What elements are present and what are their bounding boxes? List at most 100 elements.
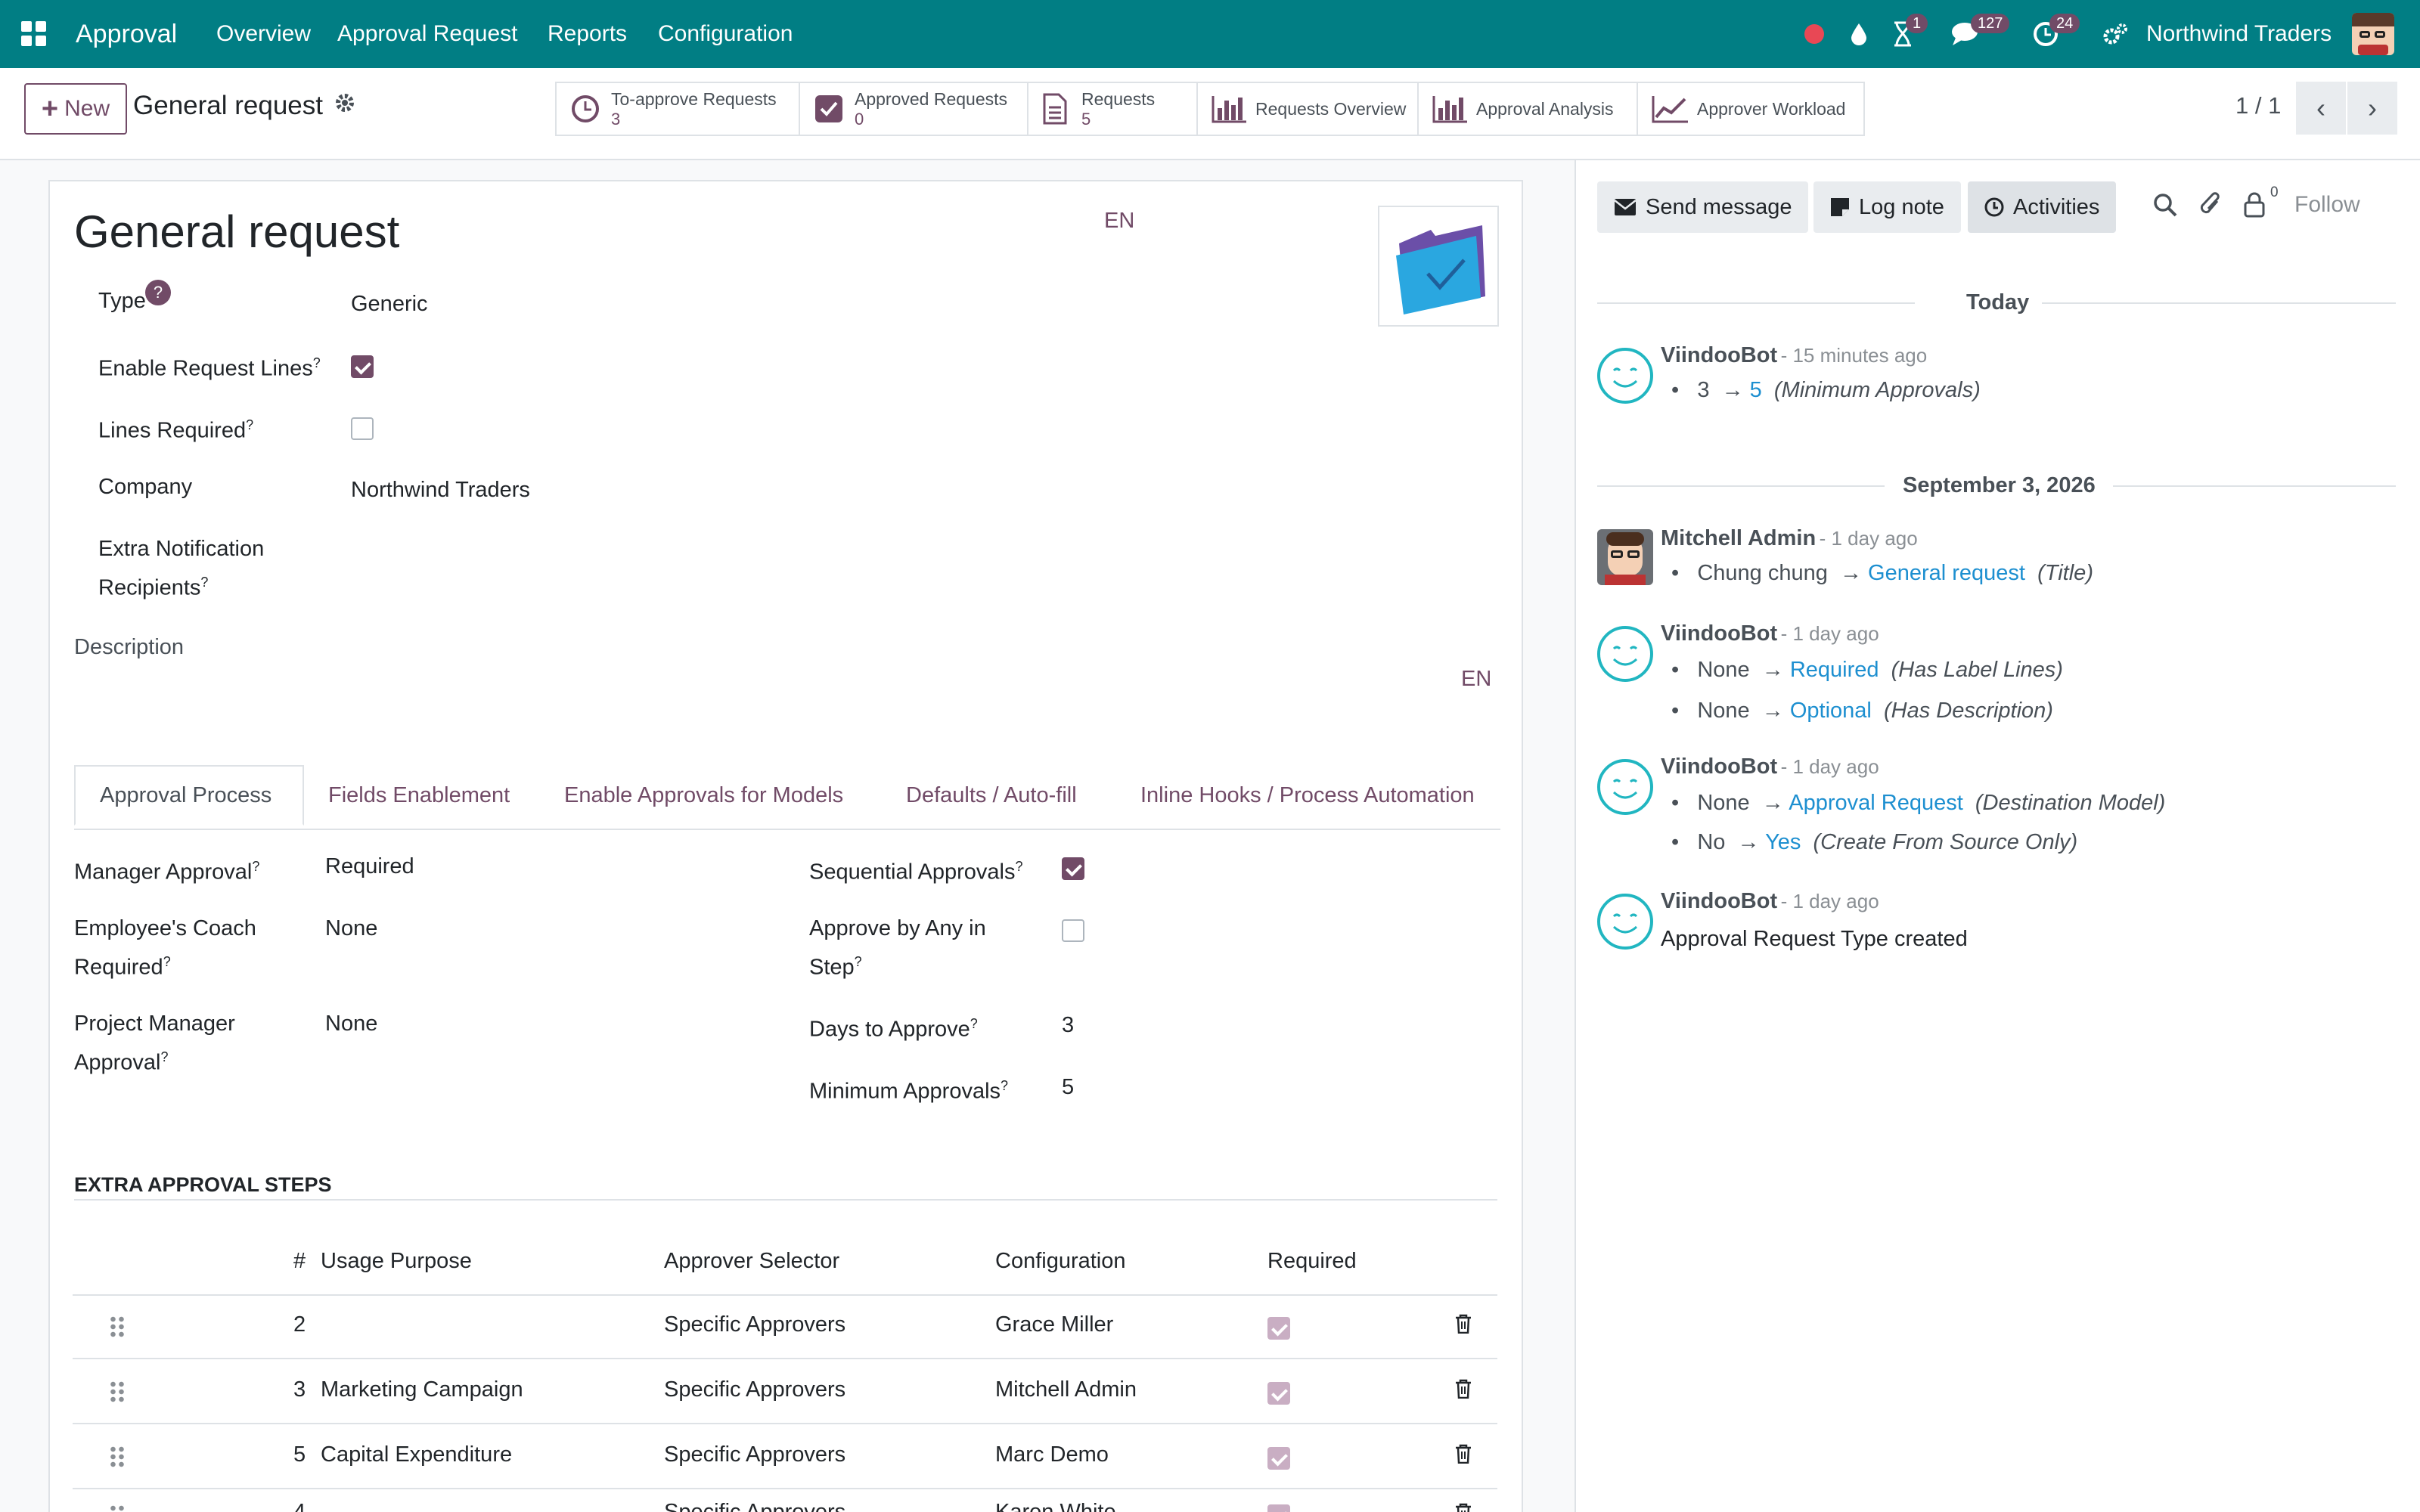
lock-icon[interactable] xyxy=(2243,192,2266,218)
lines-required-checkbox[interactable] xyxy=(351,417,374,440)
company-switcher[interactable]: Northwind Traders xyxy=(2146,0,2332,68)
pager-value[interactable]: 1 / 1 xyxy=(2235,92,2281,119)
tab-approval-process[interactable]: Approval Process xyxy=(74,765,304,826)
viindoobot-avatar[interactable] xyxy=(1597,894,1653,950)
apps-menu-icon[interactable] xyxy=(21,0,47,68)
lang-button-title[interactable]: EN xyxy=(1104,209,1134,234)
smart-value: 3 xyxy=(611,109,621,129)
smart-approval-analysis[interactable]: Approval Analysis xyxy=(1417,82,1638,136)
pager-next-button[interactable]: › xyxy=(2347,82,2397,135)
col-configuration[interactable]: Configuration xyxy=(995,1249,1126,1274)
activities-button[interactable]: Activities xyxy=(1968,181,2117,233)
project-manager-value[interactable]: None xyxy=(325,1012,377,1036)
employee-coach-value[interactable]: None xyxy=(325,916,377,941)
lang-button-description[interactable]: EN xyxy=(1461,667,1491,692)
days-to-approve-value[interactable]: 3 xyxy=(1062,1013,1074,1038)
sequential-approvals-label: Sequential Approvals? xyxy=(809,859,1023,885)
message-time: - 1 day ago xyxy=(1780,890,1879,912)
step-required-checkbox[interactable] xyxy=(1267,1317,1290,1340)
tracking-change: • Chung chung → General request (Title) xyxy=(1671,561,2093,585)
help-icon[interactable]: ? xyxy=(145,280,171,305)
app-name[interactable]: Approval xyxy=(76,0,177,68)
sequential-approvals-checkbox[interactable] xyxy=(1062,857,1084,880)
record-icon[interactable] xyxy=(1804,0,1824,68)
trash-icon[interactable] xyxy=(1455,1444,1472,1464)
messages-icon[interactable] xyxy=(1951,0,1981,68)
table-row[interactable]: 2 Specific Approvers Grace Miller xyxy=(73,1296,1497,1359)
drag-handle-icon[interactable] xyxy=(109,1445,126,1468)
step-required-checkbox[interactable] xyxy=(1267,1447,1290,1470)
new-button[interactable]: + New xyxy=(24,83,127,135)
trash-icon[interactable] xyxy=(1455,1314,1472,1334)
extra-notif-field[interactable] xyxy=(351,538,1107,591)
tab-fields-enablement[interactable]: Fields Enablement xyxy=(304,765,534,826)
follow-button[interactable]: Follow xyxy=(2294,192,2360,218)
col-approver-selector[interactable]: Approver Selector xyxy=(664,1249,839,1274)
menu-overview[interactable]: Overview xyxy=(216,0,311,68)
activity-hourglass-icon[interactable] xyxy=(1892,0,1913,68)
field-type-value[interactable]: Generic xyxy=(351,292,428,317)
menu-reports[interactable]: Reports xyxy=(548,0,627,68)
pager-previous-button[interactable]: ‹ xyxy=(2296,82,2346,135)
paperclip-icon[interactable] xyxy=(2199,191,2223,218)
record-title[interactable]: General request xyxy=(74,206,399,258)
smart-value: 5 xyxy=(1081,109,1091,129)
tab-defaults-autofill[interactable]: Defaults / Auto-fill xyxy=(882,765,1101,826)
chevron-right-icon: › xyxy=(2368,92,2377,123)
drop-icon[interactable] xyxy=(1850,0,1868,68)
mitchell-admin-avatar[interactable] xyxy=(1597,529,1653,585)
message-author[interactable]: Mitchell Admin xyxy=(1661,526,1816,550)
user-avatar[interactable] xyxy=(2352,0,2394,68)
col-required[interactable]: Required xyxy=(1267,1249,1357,1274)
viindoobot-avatar[interactable] xyxy=(1597,626,1653,682)
step-number: 3 xyxy=(293,1377,306,1402)
viindoobot-avatar[interactable] xyxy=(1597,348,1653,404)
smart-requests[interactable]: Requests 5 xyxy=(1027,82,1198,136)
date-today: Today xyxy=(1966,290,2030,314)
settings-gears-icon[interactable] xyxy=(2102,0,2128,68)
drag-handle-icon[interactable] xyxy=(109,1380,126,1403)
smart-approved[interactable]: Approved Requests 0 xyxy=(799,82,1028,136)
approve-by-any-checkbox[interactable] xyxy=(1062,919,1084,942)
search-icon[interactable] xyxy=(2152,192,2178,218)
message-author[interactable]: ViindooBot xyxy=(1661,343,1777,367)
message-author[interactable]: ViindooBot xyxy=(1661,754,1777,779)
manager-approval-value[interactable]: Required xyxy=(325,854,414,879)
smart-to-approve[interactable]: To-approve Requests 3 xyxy=(555,82,800,136)
message-author[interactable]: ViindooBot xyxy=(1661,621,1777,646)
log-note-button[interactable]: Log note xyxy=(1813,181,1961,233)
menu-configuration[interactable]: Configuration xyxy=(658,0,793,68)
days-to-approve-label: Days to Approve? xyxy=(809,1016,978,1042)
drag-handle-icon[interactable] xyxy=(109,1504,126,1512)
viindoobot-avatar[interactable] xyxy=(1597,759,1653,815)
col-number[interactable]: # xyxy=(293,1249,306,1274)
menu-approval-request[interactable]: Approval Request xyxy=(337,0,517,68)
field-company-value[interactable]: Northwind Traders xyxy=(351,478,530,503)
smiley-icon xyxy=(1612,913,1638,934)
smart-label: Approver Workload xyxy=(1697,98,1846,119)
tab-enable-approvals-for-models[interactable]: Enable Approvals for Models xyxy=(540,765,867,826)
message-author[interactable]: ViindooBot xyxy=(1661,889,1777,913)
col-usage-purpose[interactable]: Usage Purpose xyxy=(321,1249,472,1274)
record-image[interactable] xyxy=(1378,206,1499,327)
tab-inline-hooks[interactable]: Inline Hooks / Process Automation xyxy=(1116,765,1499,826)
table-row[interactable]: 4 Specific Approvers Karen White xyxy=(73,1489,1497,1512)
table-row[interactable]: 5 Capital Expenditure Specific Approvers… xyxy=(73,1424,1497,1489)
enable-lines-checkbox[interactable] xyxy=(351,355,374,378)
note-icon xyxy=(1831,198,1849,216)
trash-icon[interactable] xyxy=(1455,1379,1472,1399)
activities-label: Activities xyxy=(2013,194,2100,219)
trash-icon[interactable] xyxy=(1455,1503,1472,1512)
minimum-approvals-value[interactable]: 5 xyxy=(1062,1075,1074,1100)
clock-icon[interactable] xyxy=(2033,0,2059,68)
smart-requests-overview[interactable]: Requests Overview xyxy=(1196,82,1419,136)
gear-icon[interactable] xyxy=(334,92,355,117)
step-purpose: Marketing Campaign xyxy=(321,1377,523,1402)
new-button-label: New xyxy=(64,96,110,121)
step-required-checkbox[interactable] xyxy=(1267,1504,1290,1512)
smart-approver-workload[interactable]: Approver Workload xyxy=(1637,82,1865,136)
drag-handle-icon[interactable] xyxy=(109,1315,126,1338)
table-row[interactable]: 3 Marketing Campaign Specific Approvers … xyxy=(73,1359,1497,1424)
send-message-button[interactable]: Send message xyxy=(1597,181,1809,233)
step-required-checkbox[interactable] xyxy=(1267,1382,1290,1405)
